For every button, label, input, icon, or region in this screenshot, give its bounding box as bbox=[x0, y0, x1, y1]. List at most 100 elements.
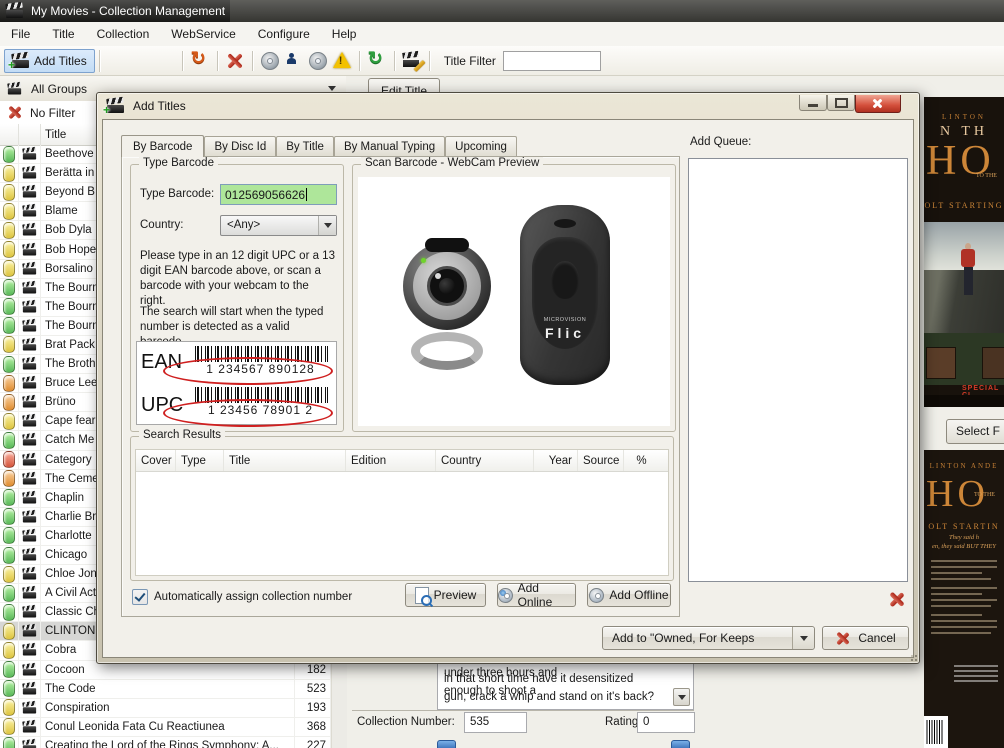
sync-icon[interactable] bbox=[366, 50, 388, 72]
add-to-label: Add to "Owned, For Keeps bbox=[612, 631, 754, 645]
results-column-header[interactable]: Title bbox=[224, 450, 346, 471]
status-cell bbox=[0, 393, 19, 411]
dialog-tab[interactable]: By Title bbox=[276, 136, 334, 156]
barcode-field-label: Type Barcode: bbox=[140, 188, 214, 200]
auto-assign-checkbox[interactable] bbox=[132, 589, 148, 605]
menu-item[interactable]: File bbox=[0, 23, 41, 45]
status-cell bbox=[0, 603, 19, 621]
movie-clapper-icon bbox=[23, 340, 36, 351]
type-cell bbox=[19, 699, 41, 717]
dialog-tab[interactable]: By Manual Typing bbox=[334, 136, 445, 156]
add-to-dropdown-button[interactable] bbox=[792, 627, 814, 649]
menu-item[interactable]: WebService bbox=[160, 23, 246, 45]
type-cell bbox=[19, 240, 41, 258]
movie-clapper-icon bbox=[23, 550, 36, 561]
preview-button[interactable]: Preview bbox=[405, 583, 486, 607]
queue-clear-button[interactable] bbox=[885, 588, 907, 610]
menu-bar: File Title Collection WebService Configu… bbox=[0, 22, 1004, 47]
cover-text: OLT STARTIN bbox=[924, 522, 1004, 531]
results-column-header[interactable]: % bbox=[624, 450, 654, 471]
list-item[interactable]: Creating the Lord of the Rings Symphony:… bbox=[0, 737, 331, 748]
disc-eject-icon[interactable] bbox=[307, 50, 329, 72]
list-item[interactable]: Conul Leonida Fata Cu Reactiunea 368 bbox=[0, 718, 331, 737]
close-button[interactable] bbox=[855, 95, 901, 113]
movie-clapper-icon bbox=[23, 473, 36, 484]
results-column-header[interactable]: Source bbox=[578, 450, 624, 471]
dialog-titlebar: + Add Titles bbox=[97, 93, 919, 119]
save-all-icon[interactable] bbox=[154, 50, 176, 72]
add-queue-list[interactable] bbox=[688, 158, 908, 582]
webcam-highlight bbox=[435, 273, 441, 279]
movie-clapper-icon bbox=[23, 187, 36, 198]
collection-number-input[interactable]: 535 bbox=[464, 712, 527, 733]
search-results-group: Search Results Cover Type Title Edition bbox=[130, 436, 674, 581]
barcode-help-text: Please type in an 12 digit UPC or a 13 d… bbox=[140, 249, 336, 309]
status-cell bbox=[0, 661, 19, 679]
type-cell bbox=[19, 546, 41, 564]
check-icon bbox=[134, 590, 145, 602]
list-item[interactable]: Conspiration 193 bbox=[0, 699, 331, 718]
menu-item[interactable]: Collection bbox=[86, 23, 161, 45]
status-pill-icon bbox=[3, 260, 15, 277]
description-line: gun, crack a whip and stand on it's back… bbox=[444, 691, 673, 703]
toolbar-separator[interactable] bbox=[213, 50, 222, 72]
status-cell bbox=[0, 680, 19, 698]
dialog-tab[interactable]: By Disc Id bbox=[204, 136, 276, 156]
edit-clapper-icon[interactable] bbox=[401, 50, 423, 72]
title-filter-input[interactable] bbox=[503, 51, 601, 71]
add-to-collection-button[interactable]: Add to "Owned, For Keeps bbox=[602, 626, 815, 650]
list-item[interactable]: The Code 523 bbox=[0, 680, 331, 699]
rating-input[interactable]: 0 bbox=[637, 712, 695, 733]
toolbar-separator[interactable] bbox=[178, 50, 187, 72]
toolbar-separator[interactable] bbox=[390, 50, 399, 72]
country-combobox[interactable]: <Any> bbox=[220, 215, 337, 236]
description-expand-button[interactable] bbox=[673, 688, 690, 706]
add-online-button[interactable]: Add Online bbox=[497, 583, 576, 607]
dialog-tab[interactable]: By Barcode bbox=[121, 135, 204, 157]
minimize-button[interactable] bbox=[799, 95, 827, 111]
user-profile-disc-icon[interactable] bbox=[283, 50, 305, 72]
toolbar-separator[interactable] bbox=[355, 50, 364, 72]
menu-item[interactable]: Configure bbox=[247, 23, 321, 45]
resize-grip[interactable] bbox=[907, 651, 917, 661]
results-column-header[interactable]: Country bbox=[436, 450, 534, 471]
select-front-button[interactable]: Select F bbox=[946, 419, 1004, 444]
warning-icon[interactable] bbox=[331, 50, 353, 72]
groups-label: All Groups bbox=[31, 82, 87, 96]
cover-thumbnail bbox=[982, 347, 1004, 379]
partial-toolbar-icon[interactable] bbox=[437, 740, 456, 748]
menu-item[interactable]: Title bbox=[41, 23, 85, 45]
export-document-icon[interactable] bbox=[106, 50, 128, 72]
results-column-header[interactable]: Type bbox=[176, 450, 224, 471]
maximize-button[interactable] bbox=[827, 95, 855, 111]
results-column-header[interactable]: Edition bbox=[346, 450, 436, 471]
status-pill-icon bbox=[3, 661, 15, 678]
toolbar-separator[interactable] bbox=[425, 50, 434, 72]
status-column-header[interactable] bbox=[0, 124, 19, 145]
cancel-button[interactable]: Cancel bbox=[822, 626, 909, 650]
dialog-tab[interactable]: Upcoming bbox=[445, 136, 517, 156]
results-column-header[interactable]: Year bbox=[534, 450, 578, 471]
toolbar-separator[interactable] bbox=[248, 50, 257, 72]
results-column-header[interactable]: Cover bbox=[136, 450, 176, 471]
add-titles-button[interactable]: + Add Titles bbox=[4, 49, 95, 73]
auto-assign-label: Automatically assign collection number bbox=[154, 591, 352, 603]
movie-clapper-icon bbox=[23, 511, 36, 522]
auto-assign-checkbox-row[interactable]: Automatically assign collection number bbox=[132, 589, 352, 605]
barcode-input[interactable]: 012569056626 bbox=[220, 184, 337, 205]
save-disc-icon[interactable] bbox=[130, 50, 152, 72]
status-pill-icon bbox=[3, 566, 15, 583]
plus-badge: + bbox=[103, 103, 110, 117]
add-offline-button[interactable]: Add Offline bbox=[587, 583, 671, 607]
menu-item[interactable]: Help bbox=[321, 23, 368, 45]
disc-tools-icon[interactable] bbox=[259, 50, 281, 72]
delete-title-icon[interactable] bbox=[224, 50, 246, 72]
status-cell bbox=[0, 298, 19, 316]
status-cell bbox=[0, 584, 19, 602]
refresh-update-icon[interactable] bbox=[189, 50, 211, 72]
status-pill-icon bbox=[3, 699, 15, 716]
status-pill-icon bbox=[3, 394, 15, 411]
status-cell bbox=[0, 260, 19, 278]
partial-toolbar-icon[interactable] bbox=[671, 740, 690, 748]
type-column-header[interactable] bbox=[19, 124, 41, 145]
